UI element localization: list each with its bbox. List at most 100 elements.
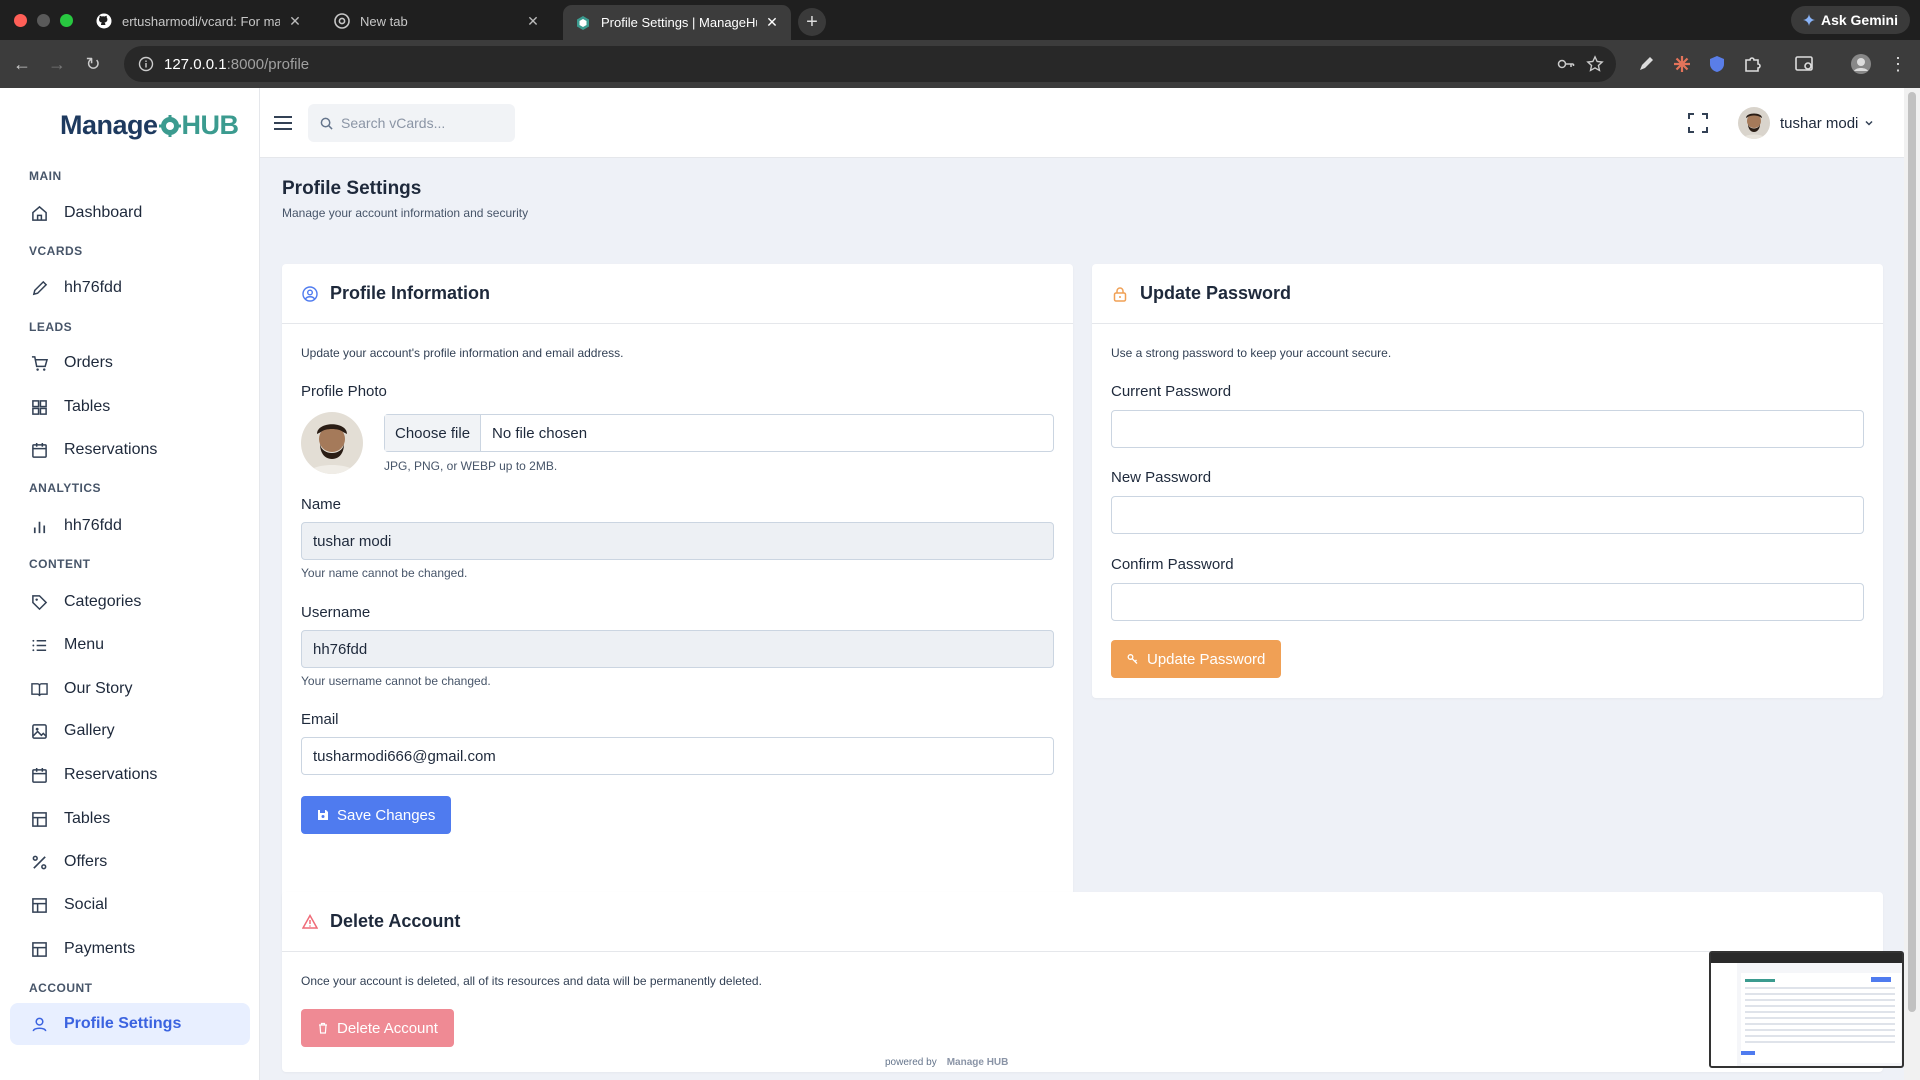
name-label: Name (301, 496, 342, 513)
current-password-label: Current Password (1111, 383, 1232, 400)
sidebar-item-dashboard[interactable]: Dashboard (10, 193, 250, 233)
sidebar: Manage HUB MAIN Dashboard VCARDS hh76fdd… (0, 88, 260, 1080)
card-title: Delete Account (330, 911, 461, 931)
username-field[interactable]: hh76fdd (301, 630, 1054, 668)
current-password-field[interactable] (1111, 410, 1864, 448)
update-password-button[interactable]: Update Password (1111, 640, 1282, 678)
close-tab-icon[interactable]: ✕ (288, 13, 302, 30)
update-password-label: Update Password (1147, 650, 1266, 668)
new-tab-button[interactable]: + (798, 8, 826, 36)
section-main: MAIN (29, 169, 62, 183)
app-logo[interactable]: Manage HUB (60, 110, 239, 141)
user-menu[interactable]: tushar modi (1738, 101, 1874, 145)
sidebar-item-label: Orders (64, 354, 113, 371)
save-icon (318, 810, 328, 820)
list-icon (32, 639, 47, 651)
name-field[interactable]: tushar modi (301, 522, 1054, 560)
page-scrollbar[interactable] (1904, 88, 1920, 1080)
sidebar-item-reservations[interactable]: Reservations (10, 755, 250, 795)
browser-tab-bar: ertusharmodi/vcard: For man ✕ New tab ✕ … (0, 0, 1920, 40)
logo-gear-icon (158, 114, 181, 137)
sidebar-item-vcard[interactable]: hh76fdd (10, 268, 250, 308)
sidebar-item-menu[interactable]: Menu (10, 625, 250, 665)
tab-search-icon[interactable] (1794, 53, 1816, 75)
delete-account-button[interactable]: Delete Account (301, 1009, 454, 1047)
app-header: Search vCards... tushar modi (260, 88, 1904, 158)
image-icon (32, 723, 47, 739)
page-title: Profile Settings (282, 178, 422, 199)
browser-menu-icon[interactable]: ⋮ (1887, 53, 1909, 75)
grid-icon (32, 399, 47, 415)
sidebar-item-reservations-leads[interactable]: Reservations (10, 430, 250, 470)
confirm-password-field[interactable] (1111, 583, 1864, 621)
sidebar-item-label: Menu (64, 636, 105, 653)
ask-gemini-button[interactable]: Ask Gemini (1790, 6, 1910, 34)
footer-brand: Manage HUB (946, 1057, 1009, 1068)
fullscreen-icon[interactable] (1687, 112, 1709, 134)
back-arrow-icon[interactable]: ← (10, 52, 34, 76)
book-icon (31, 682, 48, 696)
save-changes-label: Save Changes (337, 806, 436, 824)
site-info-icon[interactable] (138, 56, 154, 72)
browser-address-bar: ← → ↻ 127.0.0.1:8000/profile ⋮ (0, 40, 1920, 88)
window-minimize-button[interactable] (37, 14, 50, 27)
sidebar-item-label: Dashboard (64, 204, 143, 221)
file-status: No file chosen (492, 424, 588, 442)
sidebar-item-label: hh76fdd (64, 517, 122, 534)
sidebar-item-our-story[interactable]: Our Story (10, 669, 250, 709)
sidebar-item-label: Profile Settings (64, 1015, 182, 1032)
profile-photo-avatar (301, 412, 363, 474)
lock-icon (1113, 286, 1127, 302)
screen-preview-thumbnail[interactable] (1709, 951, 1904, 1068)
tag-icon (32, 594, 48, 610)
key-icon (1127, 654, 1138, 664)
window-zoom-button[interactable] (60, 14, 73, 27)
password-key-icon[interactable] (1556, 54, 1576, 74)
sidebar-item-label: Offers (64, 853, 108, 870)
shield-extension-icon[interactable] (1706, 53, 1728, 75)
forward-arrow-icon[interactable]: → (45, 52, 69, 76)
sidebar-item-label: Reservations (64, 766, 158, 783)
sidebar-item-gallery[interactable]: Gallery (10, 711, 250, 751)
browser-tab-new[interactable]: New tab ✕ (322, 6, 552, 36)
sidebar-item-offers[interactable]: Offers (10, 842, 250, 882)
sidebar-item-payments[interactable]: Payments (10, 929, 250, 969)
calendar-icon (32, 767, 47, 783)
profile-avatar-icon[interactable] (1850, 53, 1872, 75)
sidebar-item-tables[interactable]: Tables (10, 799, 250, 839)
trash-icon (319, 1022, 327, 1034)
bookmark-star-icon[interactable] (1586, 55, 1604, 73)
sidebar-item-orders[interactable]: Orders (10, 343, 250, 383)
window-close-button[interactable] (14, 14, 27, 27)
pen-extension-icon[interactable] (1635, 53, 1657, 75)
card-header: Profile Information (282, 264, 1073, 324)
url-bar[interactable]: 127.0.0.1:8000/profile (124, 46, 1616, 82)
sidebar-item-label: Categories (64, 593, 142, 610)
close-tab-icon[interactable]: ✕ (526, 13, 540, 30)
card-description: Use a strong password to keep your accou… (1111, 346, 1392, 360)
sidebar-item-profile-settings[interactable]: Profile Settings (10, 1003, 250, 1045)
page-viewport: Manage HUB MAIN Dashboard VCARDS hh76fdd… (0, 88, 1904, 1080)
claude-extension-icon[interactable] (1671, 53, 1693, 75)
sidebar-item-label: Our Story (64, 680, 133, 697)
hamburger-menu-icon[interactable] (272, 112, 294, 134)
reload-icon[interactable]: ↻ (81, 52, 105, 76)
new-password-field[interactable] (1111, 496, 1864, 534)
sidebar-item-tables-leads[interactable]: Tables (10, 387, 250, 427)
choose-file-button[interactable]: Choose file (385, 415, 482, 451)
warning-triangle-icon (302, 913, 318, 929)
browser-tab-active[interactable]: Profile Settings | ManageHub ✕ (563, 5, 791, 40)
browser-tab-github[interactable]: ertusharmodi/vcard: For man ✕ (84, 6, 314, 36)
extensions-puzzle-icon[interactable] (1741, 53, 1763, 75)
card-description: Once your account is deleted, all of its… (301, 974, 762, 988)
profile-photo-file-input[interactable]: Choose file No file chosen (384, 414, 1054, 452)
scrollbar-thumb[interactable] (1908, 92, 1916, 1012)
close-tab-icon[interactable]: ✕ (765, 14, 779, 31)
sidebar-item-categories[interactable]: Categories (10, 582, 250, 622)
search-input[interactable]: Search vCards... (308, 104, 515, 142)
email-field[interactable]: tusharmodi666@gmail.com (301, 737, 1054, 775)
save-changes-button[interactable]: Save Changes (301, 796, 452, 834)
sidebar-item-analytics[interactable]: hh76fdd (10, 506, 250, 546)
percent-icon (32, 855, 47, 869)
sidebar-item-social[interactable]: Social (10, 885, 250, 925)
